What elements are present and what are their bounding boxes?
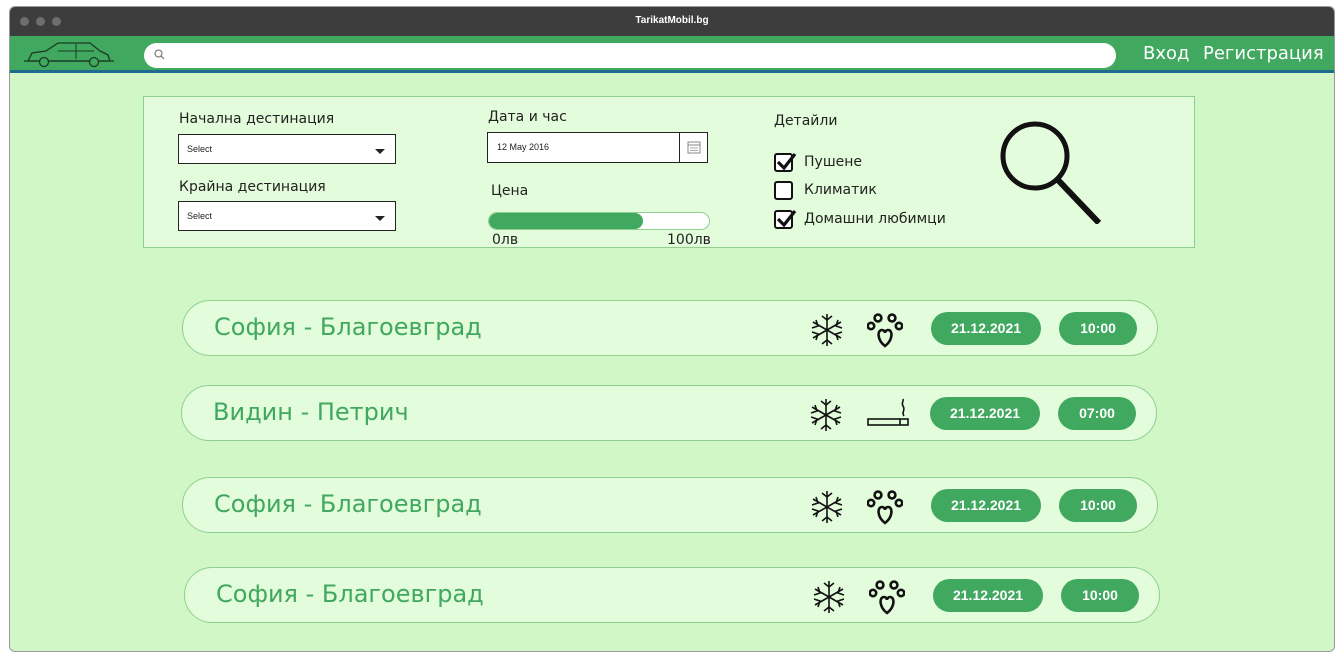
paw-icon — [866, 312, 904, 352]
top-navbar: Вход Регистрация — [10, 36, 1334, 73]
calendar-button[interactable] — [679, 133, 707, 162]
start-destination-value: Select — [187, 144, 213, 154]
start-destination-label: Начална дестинация — [179, 111, 335, 127]
date-label: Дата и час — [488, 109, 567, 125]
ride-time-badge: 10:00 — [1059, 489, 1137, 522]
top-search-bar[interactable] — [144, 43, 1116, 68]
checkbox-label: Домашни любимци — [804, 211, 946, 227]
price-slider[interactable] — [488, 212, 710, 230]
ride-card[interactable]: София - Благоевград 21.12.2021 10:00 — [182, 300, 1158, 356]
ride-date-badge: 21.12.2021 — [930, 397, 1040, 430]
checkmark-icon — [776, 210, 797, 228]
end-destination-select[interactable]: Select — [178, 201, 396, 231]
ride-date-badge: 21.12.2021 — [931, 489, 1041, 522]
paw-icon — [868, 579, 906, 619]
date-value: 12 May 2016 — [497, 142, 550, 152]
ride-card[interactable]: София - Благоевград 21.12.2021 10:00 — [182, 477, 1158, 533]
ride-route: София - Благоевград — [214, 313, 482, 341]
snowflake-icon — [808, 397, 844, 437]
checkbox[interactable] — [774, 181, 793, 200]
end-destination-label: Крайна дестинация — [179, 179, 326, 195]
price-label: Цена — [491, 183, 529, 199]
chevron-down-icon — [375, 149, 385, 154]
ride-route: София - Благоевград — [214, 490, 482, 518]
ride-route: София - Благоевград — [216, 580, 484, 608]
price-slider-fill — [489, 213, 643, 229]
calendar-icon — [687, 141, 701, 154]
search-icon — [154, 49, 165, 60]
ride-card[interactable]: София - Благоевград 21.12.2021 10:00 — [184, 567, 1160, 623]
checkbox-label: Климатик — [804, 182, 877, 198]
ride-date-badge: 21.12.2021 — [933, 579, 1043, 612]
window-title: TarikatMobil.bg — [635, 15, 709, 26]
checkmark-icon — [776, 153, 797, 171]
car-logo-icon[interactable] — [24, 39, 114, 69]
ride-date-badge: 21.12.2021 — [931, 312, 1041, 345]
price-max-label: 100лв — [667, 232, 711, 248]
search-icon[interactable] — [999, 119, 1104, 224]
date-picker[interactable]: 12 May 2016 — [487, 132, 708, 163]
snowflake-icon — [809, 312, 845, 352]
cigarette-icon — [866, 397, 912, 437]
title-bar: TarikatMobil.bg — [10, 7, 1334, 36]
checkbox[interactable] — [774, 153, 797, 172]
ride-card[interactable]: Видин - Петрич 21.12.2021 07:00 — [181, 385, 1157, 441]
chevron-down-icon — [375, 216, 385, 221]
snowflake-icon — [811, 579, 847, 619]
ride-time-badge: 10:00 — [1061, 579, 1139, 612]
end-destination-value: Select — [187, 211, 213, 221]
snowflake-icon — [809, 489, 845, 529]
checkbox-label: Пушене — [804, 154, 863, 170]
ride-time-badge: 10:00 — [1059, 312, 1137, 345]
login-link[interactable]: Вход — [1143, 43, 1189, 64]
ride-route: Видин - Петрич — [213, 398, 409, 426]
details-label: Детайли — [774, 113, 838, 129]
paw-icon — [866, 489, 904, 529]
ride-time-badge: 07:00 — [1058, 397, 1136, 430]
start-destination-select[interactable]: Select — [178, 134, 396, 164]
search-input[interactable] — [168, 46, 1098, 65]
register-link[interactable]: Регистрация — [1203, 43, 1324, 64]
browser-window: TarikatMobil.bg Вход Регистрация Начална… — [9, 6, 1335, 652]
checkbox[interactable] — [774, 210, 797, 229]
filter-panel: Начална дестинация Select Крайна дестина… — [143, 96, 1195, 248]
price-min-label: 0лв — [492, 232, 519, 248]
